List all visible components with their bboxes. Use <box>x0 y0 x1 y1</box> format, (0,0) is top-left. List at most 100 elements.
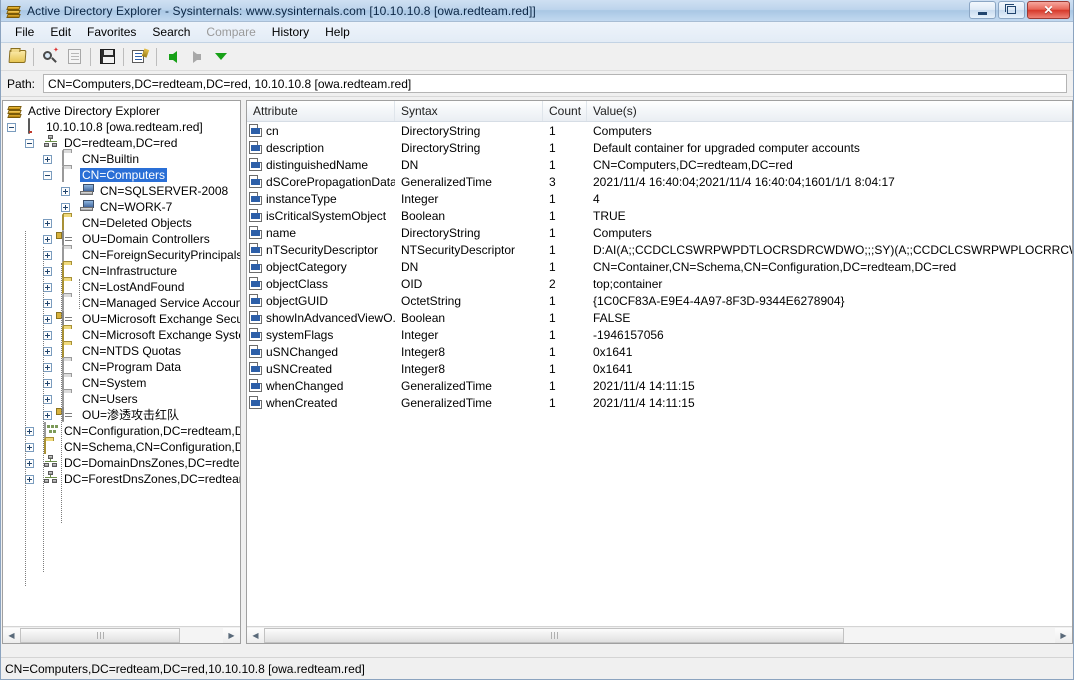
tree-scroll-right-button[interactable]: ▶ <box>223 627 240 643</box>
tree-scroll-left-button[interactable]: ◀ <box>3 627 20 643</box>
cell-count: 1 <box>549 123 556 138</box>
menu-search[interactable]: Search <box>144 23 198 41</box>
attr-scroll-track[interactable] <box>264 627 1055 643</box>
tree-expander-icon[interactable] <box>25 138 34 148</box>
tree-node[interactable]: OU=渗透攻击红队 <box>3 406 240 423</box>
table-row[interactable]: systemFlags Integer 1 -1946157056 <box>247 326 1072 343</box>
tree-root[interactable]: Active Directory Explorer <box>3 103 240 119</box>
back-button[interactable] <box>161 45 185 69</box>
menu-edit[interactable]: Edit <box>42 23 79 41</box>
tree-node[interactable]: CN=NTDS Quotas <box>3 342 240 359</box>
table-row[interactable]: objectClass OID 2 top;container <box>247 275 1072 292</box>
table-row[interactable]: cn DirectoryString 1 Computers <box>247 122 1072 139</box>
attributes-list[interactable]: cn DirectoryString 1 Computers description Di… <box>247 122 1072 626</box>
tree-node[interactable]: CN=Users <box>3 390 240 407</box>
tree-node[interactable]: CN=WORK-7 <box>3 199 240 215</box>
path-input[interactable]: CN=Computers,DC=redteam,DC=red, 10.10.10… <box>43 74 1067 93</box>
tree-node[interactable]: OU=Microsoft Exchange Securit <box>3 310 240 327</box>
table-row[interactable]: instanceType Integer 1 4 <box>247 190 1072 207</box>
tree-node[interactable]: CN=SQLSERVER-2008 <box>3 183 240 199</box>
tree-node[interactable]: DC=ForestDnsZones,DC=redteam, <box>3 471 240 487</box>
table-row[interactable]: whenChanged GeneralizedTime 1 2021/11/4 14:… <box>247 377 1072 394</box>
tree-expander-icon[interactable] <box>25 426 34 436</box>
cell-attribute: dSCorePropagationData <box>266 174 395 189</box>
tree-node[interactable]: DC=DomainDnsZones,DC=redteam <box>3 455 240 471</box>
tree-node[interactable]: CN=LostAndFound <box>3 278 240 295</box>
table-row[interactable]: showInAdvancedViewO... Boolean 1 FALSE <box>247 309 1072 326</box>
table-row[interactable]: uSNCreated Integer8 1 0x1641 <box>247 360 1072 377</box>
table-row[interactable]: objectGUID OctetString 1 {1C0CF83A-E9E4-4A9… <box>247 292 1072 309</box>
menu-help[interactable]: Help <box>317 23 358 41</box>
folder-yellow-icon <box>61 214 77 231</box>
table-row[interactable]: isCriticalSystemObject Boolean 1 TRUE <box>247 207 1072 224</box>
tree-node[interactable]: CN=Managed Service Accounts <box>3 294 240 311</box>
close-button[interactable]: ✕ <box>1027 1 1070 19</box>
tree-node[interactable]: CN=Configuration,DC=redteam,DC <box>3 422 240 439</box>
attr-scroll-left-button[interactable]: ◀ <box>247 627 264 643</box>
tree-expander-icon[interactable] <box>61 202 70 212</box>
tree-expander-icon[interactable] <box>43 154 52 164</box>
menu-favorites[interactable]: Favorites <box>79 23 144 41</box>
table-row[interactable]: description DirectoryString 1 Default conta… <box>247 139 1072 156</box>
minimize-button[interactable] <box>969 1 996 19</box>
tree-expander-icon[interactable] <box>43 378 52 388</box>
tree-expander-icon[interactable] <box>25 474 34 484</box>
tree-expander-icon[interactable] <box>25 458 34 468</box>
tree-expander-icon[interactable] <box>43 346 52 356</box>
tree-hscrollbar[interactable]: ◀ ▶ <box>3 626 240 643</box>
tree-node[interactable]: 10.10.10.8 [owa.redteam.red] <box>3 118 240 135</box>
column-header-count[interactable]: Count <box>543 101 587 121</box>
tree-node[interactable]: DC=redteam,DC=red <box>3 135 240 151</box>
tree-expander-icon[interactable] <box>43 218 52 228</box>
column-header-attribute[interactable]: Attribute <box>247 101 395 121</box>
tree-node[interactable]: CN=Builtin <box>3 150 240 167</box>
tree-expander-icon[interactable] <box>43 362 52 372</box>
directory-tree[interactable]: Active Directory Explorer 10.10.10.8 [ow… <box>3 101 240 626</box>
attributes-hscrollbar[interactable]: ◀ ▶ <box>247 626 1072 643</box>
column-header-values[interactable]: Value(s) <box>587 101 1072 121</box>
attr-scroll-right-button[interactable]: ▶ <box>1055 627 1072 643</box>
table-row[interactable]: distinguishedName DN 1 CN=Computers,DC=redt… <box>247 156 1072 173</box>
tree-expander-icon[interactable] <box>43 266 52 276</box>
attr-scroll-thumb[interactable] <box>264 627 844 643</box>
tree-node[interactable]: CN=Microsoft Exchange System <box>3 326 240 343</box>
column-header-syntax[interactable]: Syntax <box>395 101 543 121</box>
attribute-icon <box>249 379 262 392</box>
open-connection-button[interactable] <box>5 45 29 69</box>
table-row[interactable]: whenCreated GeneralizedTime 1 2021/11/4 14:… <box>247 394 1072 411</box>
tree-expander-icon[interactable] <box>61 186 70 196</box>
menu-file[interactable]: File <box>7 23 42 41</box>
tree-expander-icon[interactable] <box>43 170 52 180</box>
tree-expander-icon[interactable] <box>43 410 52 420</box>
tree-scroll-thumb[interactable] <box>20 627 180 643</box>
properties-button[interactable] <box>128 45 152 69</box>
tree-node[interactable]: CN=Program Data <box>3 358 240 375</box>
tree-expander-icon[interactable] <box>43 234 52 244</box>
save-button[interactable] <box>95 45 119 69</box>
tree-expander-icon[interactable] <box>43 250 52 260</box>
tree-expander-icon[interactable] <box>43 282 52 292</box>
table-row[interactable]: objectCategory DN 1 CN=Container,CN=Schema,… <box>247 258 1072 275</box>
tree-expander-icon[interactable] <box>7 122 16 132</box>
tree-expander-icon[interactable] <box>43 394 52 404</box>
tree-expander-icon[interactable] <box>43 298 52 308</box>
tree-node[interactable]: CN=Infrastructure <box>3 262 240 279</box>
tree-scroll-track[interactable] <box>20 627 223 643</box>
tree-node[interactable]: CN=System <box>3 374 240 391</box>
tree-expander-icon[interactable] <box>43 314 52 324</box>
table-row[interactable]: uSNChanged Integer8 1 0x1641 <box>247 343 1072 360</box>
tree-node[interactable]: CN=Schema,CN=Configuration,DC <box>3 438 240 455</box>
table-row[interactable]: name DirectoryString 1 Computers <box>247 224 1072 241</box>
menu-history[interactable]: History <box>264 23 317 41</box>
tree-node[interactable]: OU=Domain Controllers <box>3 230 240 247</box>
tree-node[interactable]: CN=Deleted Objects <box>3 214 240 231</box>
table-row[interactable]: nTSecurityDescriptor NTSecurityDescriptor… <box>247 241 1072 258</box>
tree-node[interactable]: CN=ForeignSecurityPrincipals <box>3 246 240 263</box>
tree-expander-icon[interactable] <box>25 442 34 452</box>
history-dropdown-button[interactable] <box>209 45 233 69</box>
table-row[interactable]: dSCorePropagationData GeneralizedTime 3 202… <box>247 173 1072 190</box>
maximize-button[interactable] <box>998 1 1025 19</box>
tree-expander-icon[interactable] <box>43 330 52 340</box>
search-button[interactable]: ✦ <box>38 45 62 69</box>
tree-node[interactable]: CN=Computers <box>3 166 240 183</box>
